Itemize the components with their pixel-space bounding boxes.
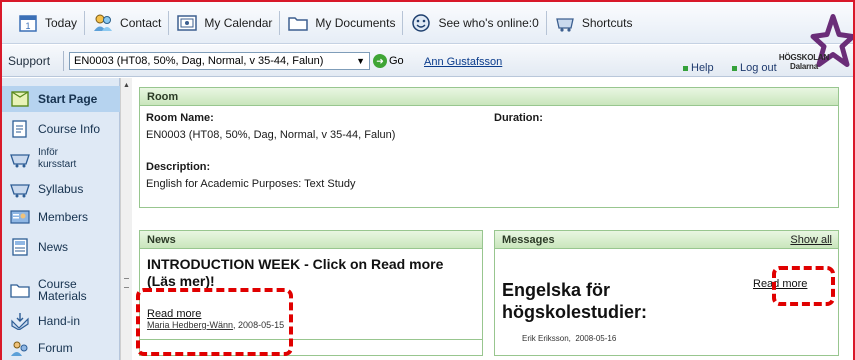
- contact-label: Contact: [120, 15, 162, 30]
- sidebar-item-members[interactable]: Members: [2, 204, 120, 230]
- calendar-icon: [176, 13, 198, 33]
- highlight-annotation: [136, 288, 293, 356]
- message-title-line-1: Engelska för: [502, 280, 611, 300]
- today-button[interactable]: 1 Today: [10, 10, 86, 35]
- room-name-label: Room Name:: [146, 112, 214, 124]
- description-value: English for Academic Purposes: Text Stud…: [146, 178, 356, 190]
- contacts-icon: [92, 13, 114, 33]
- room-bar: Support EN0003 (HT08, 50%, Dag, Normal, …: [2, 45, 853, 77]
- contact-button[interactable]: Contact: [85, 10, 170, 35]
- svg-text:1: 1: [25, 21, 30, 31]
- sidebar-item-news[interactable]: News: [2, 232, 120, 262]
- highlight-annotation: [772, 266, 835, 306]
- my-documents-label: My Documents: [315, 15, 396, 30]
- today-label: Today: [45, 15, 78, 30]
- room-panel-header: Room: [140, 88, 838, 106]
- online-users-button[interactable]: See who's online:0: [403, 10, 547, 35]
- message-title-line-2: högskolestudier:: [502, 302, 648, 322]
- start-page-icon: [10, 90, 30, 108]
- message-author: Erik Eriksson,: [522, 334, 571, 343]
- show-all-link[interactable]: Show all: [790, 231, 832, 249]
- message-title[interactable]: Engelska för högskolestudier:: [502, 279, 647, 323]
- sidebar-item-label: Start Page: [38, 92, 98, 106]
- logo-line-1: HÖGSKOLAN: [778, 53, 830, 62]
- help-link[interactable]: Help: [683, 62, 714, 74]
- shortcuts-label: Shortcuts: [581, 15, 633, 30]
- sidebar-item-start-page[interactable]: Start Page: [2, 86, 120, 112]
- news-panel-header: News: [140, 231, 482, 249]
- sidebar-item-syllabus[interactable]: Syllabus: [2, 176, 120, 202]
- chevron-down-icon: ▼: [356, 56, 365, 66]
- basket-icon: [10, 180, 30, 198]
- news-headline[interactable]: INTRODUCTION WEEK - Click on Read more (…: [147, 256, 443, 290]
- members-icon: [10, 208, 30, 226]
- folder-icon: [10, 281, 30, 299]
- sidebar-item-label: Inför kursstart: [38, 147, 77, 170]
- university-logo: HÖGSKOLAN Dalarna: [777, 14, 853, 73]
- my-calendar-button[interactable]: My Calendar: [169, 10, 281, 35]
- room-select-value: EN0003 (HT08, 50%, Dag, Normal, v 35-44,…: [74, 55, 324, 67]
- logo-line-2: Dalarna: [790, 62, 818, 71]
- room-select[interactable]: EN0003 (HT08, 50%, Dag, Normal, v 35-44,…: [69, 52, 370, 70]
- sidebar-item-label: News: [38, 240, 69, 254]
- smiley-icon: [410, 13, 432, 33]
- sidebar-item-infor-kursstart[interactable]: Inför kursstart: [2, 144, 120, 174]
- sidebar-item-hand-in[interactable]: Hand-in: [2, 308, 120, 334]
- messages-title: Messages: [502, 234, 555, 246]
- folder-icon: [287, 13, 309, 33]
- calendar-day-icon: 1: [17, 13, 39, 33]
- sidebar-item-label: Course Materials: [38, 277, 87, 303]
- room-name-value: EN0003 (HT08, 50%, Dag, Normal, v 35-44,…: [146, 129, 396, 141]
- room-panel: Room Room Name: Duration: EN0003 (HT08, …: [139, 87, 839, 208]
- hand-in-icon: [10, 312, 30, 330]
- news-headline-line-1: INTRODUCTION WEEK - Click on Read more: [147, 256, 444, 272]
- sidebar-item-label: Forum: [38, 341, 73, 355]
- logout-link[interactable]: Log out: [732, 62, 777, 74]
- bullet-icon: [683, 65, 688, 71]
- online-users-label: See who's online:0: [438, 15, 539, 30]
- shortcuts-button[interactable]: Shortcuts: [547, 11, 640, 35]
- sidebar-item-course-materials[interactable]: Course Materials: [2, 274, 120, 306]
- course-info-icon: [10, 120, 30, 138]
- help-label: Help: [691, 62, 714, 74]
- my-documents-button[interactable]: My Documents: [280, 10, 404, 35]
- go-button[interactable]: ➜ Go: [373, 53, 404, 69]
- sidebar-item-label: Hand-in: [38, 314, 81, 328]
- scroll-grip[interactable]: [124, 278, 129, 288]
- scroll-up-icon[interactable]: ▲: [123, 82, 130, 89]
- sidebar-item-course-info[interactable]: Course Info: [2, 116, 120, 142]
- news-icon: [10, 238, 30, 256]
- logout-label: Log out: [740, 62, 777, 74]
- message-date: 2008-05-16: [575, 334, 617, 343]
- my-calendar-label: My Calendar: [204, 15, 273, 30]
- forum-icon: [10, 339, 30, 357]
- bullet-icon: [732, 65, 737, 71]
- top-toolbar: 1 Today Contact My Calendar My Documents…: [2, 2, 853, 44]
- messages-panel-header: Messages Show all: [495, 231, 838, 249]
- duration-label: Duration:: [494, 112, 543, 124]
- sidebar: Start Page Course Info Inför kursstart S…: [2, 78, 120, 360]
- support-tab[interactable]: Support: [2, 51, 64, 71]
- go-arrow-icon: ➜: [373, 54, 387, 68]
- message-meta: Erik Eriksson, 2008-05-16: [522, 334, 616, 343]
- go-label: Go: [389, 55, 404, 67]
- description-label: Description:: [146, 161, 211, 173]
- user-name-link[interactable]: Ann Gustafsson: [424, 56, 502, 68]
- sidebar-item-label: Members: [38, 210, 89, 224]
- sidebar-item-label: Course Info: [38, 122, 101, 136]
- logo-text: HÖGSKOLAN Dalarna: [777, 53, 831, 71]
- sidebar-scrollbar[interactable]: ▲: [120, 78, 132, 360]
- shortcuts-icon: [554, 13, 576, 33]
- basket-icon: [10, 150, 30, 168]
- sidebar-item-forum[interactable]: Forum: [2, 336, 120, 360]
- sidebar-item-label: Syllabus: [38, 182, 84, 196]
